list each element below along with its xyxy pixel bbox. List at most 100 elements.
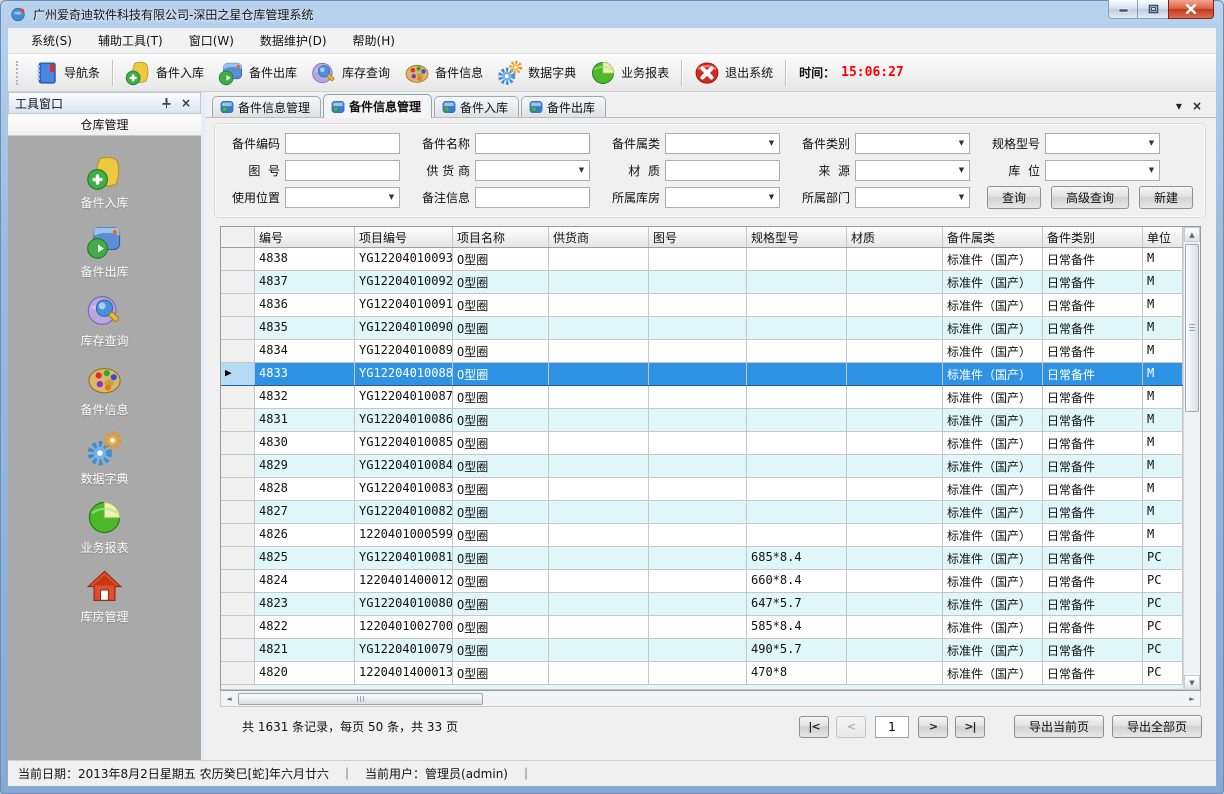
- first-page-button[interactable]: |<: [799, 716, 829, 738]
- dropdown-select[interactable]: ▼: [1045, 160, 1160, 181]
- row-selector-cell[interactable]: [221, 662, 255, 684]
- table-row[interactable]: 4829YG12204010084O型圈标准件（国产）日常备件M: [221, 455, 1183, 478]
- sidebar-item-stock-query[interactable]: 库存查询: [8, 286, 201, 355]
- row-selector-cell[interactable]: [221, 547, 255, 569]
- query-button[interactable]: 查询: [987, 186, 1041, 209]
- sidebar-item-parts-inbound[interactable]: 备件入库: [8, 148, 201, 217]
- row-selector-cell[interactable]: ▶: [221, 363, 255, 385]
- menu-item-1[interactable]: 辅助工具(T): [89, 29, 172, 52]
- row-selector-cell[interactable]: [221, 501, 255, 523]
- vertical-scroll-track[interactable]: [1184, 242, 1200, 675]
- menu-item-4[interactable]: 帮助(H): [344, 29, 404, 52]
- row-selector-cell[interactable]: [221, 570, 255, 592]
- dropdown-select[interactable]: ▼: [855, 187, 970, 208]
- pin-icon[interactable]: [158, 95, 174, 111]
- title-bar[interactable]: 广州爱奇迪软件科技有限公司-深田之星仓库管理系统: [0, 0, 1224, 28]
- column-header-5[interactable]: 规格型号: [747, 227, 847, 247]
- sidebar-group-header[interactable]: 仓库管理: [8, 114, 201, 136]
- table-row[interactable]: 4831YG12204010086O型圈标准件（国产）日常备件M: [221, 409, 1183, 432]
- table-row[interactable]: 4827YG12204010082O型圈标准件（国产）日常备件M: [221, 501, 1183, 524]
- table-row[interactable]: 4825YG12204010081O型圈685*8.4标准件（国产）日常备件PC: [221, 547, 1183, 570]
- dropdown-select[interactable]: ▼: [285, 187, 400, 208]
- toolbar-button-parts-outbound[interactable]: 备件出库: [211, 56, 304, 90]
- text-input[interactable]: [665, 160, 780, 181]
- column-header-6[interactable]: 材质: [847, 227, 943, 247]
- dropdown-select[interactable]: ▼: [665, 187, 780, 208]
- text-input[interactable]: [475, 133, 590, 154]
- tab-2[interactable]: 备件入库: [434, 96, 519, 117]
- page-number-input[interactable]: [875, 716, 909, 738]
- row-selector-cell[interactable]: [221, 317, 255, 339]
- table-row[interactable]: 48201220401400013O型圈470*8标准件（国产）日常备件PC: [221, 662, 1183, 685]
- next-page-button[interactable]: >: [918, 716, 948, 738]
- row-selector-cell[interactable]: [221, 294, 255, 316]
- menu-item-3[interactable]: 数据维护(D): [251, 29, 336, 52]
- text-input[interactable]: [285, 160, 400, 181]
- new-button[interactable]: 新建: [1139, 186, 1193, 209]
- table-row[interactable]: 4835YG12204010090O型圈标准件（国产）日常备件M: [221, 317, 1183, 340]
- sidebar-item-warehouse-manage[interactable]: 库房管理: [8, 562, 201, 631]
- toolbar-button-business-report[interactable]: 业务报表: [583, 56, 676, 90]
- scroll-up-icon[interactable]: ▲: [1184, 227, 1200, 242]
- toolbar-button-parts-info[interactable]: 备件信息: [397, 56, 490, 90]
- vertical-scrollbar[interactable]: ▲ ▼: [1183, 227, 1200, 690]
- toolbar-button-navbar[interactable]: 导航条: [26, 56, 107, 90]
- tab-close-icon[interactable]: ×: [1192, 99, 1202, 113]
- vertical-scroll-thumb[interactable]: [1185, 244, 1199, 412]
- table-row[interactable]: 4836YG12204010091O型圈标准件（国产）日常备件M: [221, 294, 1183, 317]
- text-input[interactable]: [285, 133, 400, 154]
- maximize-button[interactable]: [1138, 0, 1168, 19]
- toolbar-button-parts-inbound[interactable]: 备件入库: [118, 56, 211, 90]
- scroll-down-icon[interactable]: ▼: [1184, 675, 1200, 690]
- dropdown-select[interactable]: ▼: [665, 133, 780, 154]
- row-selector-cell[interactable]: [221, 616, 255, 638]
- dropdown-select[interactable]: ▼: [855, 160, 970, 181]
- row-selector-cell[interactable]: [221, 478, 255, 500]
- menu-item-2[interactable]: 窗口(W): [180, 29, 243, 52]
- horizontal-scrollbar[interactable]: ◄ ►: [220, 691, 1201, 707]
- column-header-7[interactable]: 备件属类: [943, 227, 1043, 247]
- row-selector-cell[interactable]: [221, 524, 255, 546]
- table-row[interactable]: 4821YG12204010079O型圈490*5.7标准件（国产）日常备件PC: [221, 639, 1183, 662]
- column-header-8[interactable]: 备件类别: [1043, 227, 1143, 247]
- toolbar-button-data-dictionary[interactable]: 数据字典: [490, 56, 583, 90]
- sidebar-item-parts-outbound[interactable]: 备件出库: [8, 217, 201, 286]
- scroll-left-icon[interactable]: ◄: [221, 691, 237, 706]
- menu-item-0[interactable]: 系统(S): [22, 29, 81, 52]
- dropdown-select[interactable]: ▼: [1045, 133, 1160, 154]
- column-header-4[interactable]: 图号: [649, 227, 747, 247]
- sidebar-close-icon[interactable]: ×: [178, 95, 194, 111]
- table-row[interactable]: 4837YG12204010092O型圈标准件（国产）日常备件M: [221, 271, 1183, 294]
- export-all-pages-button[interactable]: 导出全部页: [1112, 715, 1202, 738]
- toolbar-grip[interactable]: [16, 61, 20, 85]
- table-row[interactable]: 4828YG12204010083O型圈标准件（国产）日常备件M: [221, 478, 1183, 501]
- row-selector-cell[interactable]: [221, 248, 255, 270]
- toolbar-button-exit-system[interactable]: 退出系统: [687, 56, 780, 90]
- table-row[interactable]: ▶4833YG12204010088O型圈标准件（国产）日常备件M: [221, 363, 1183, 386]
- tab-1-active[interactable]: 备件信息管理: [323, 94, 432, 118]
- tab-0[interactable]: 备件信息管理: [212, 96, 321, 117]
- sidebar-item-business-report[interactable]: 业务报表: [8, 493, 201, 562]
- row-selector-cell[interactable]: [221, 593, 255, 615]
- row-selector-cell[interactable]: [221, 409, 255, 431]
- horizontal-scroll-thumb[interactable]: [238, 693, 483, 705]
- tab-3[interactable]: 备件出库: [521, 96, 606, 117]
- table-row[interactable]: 4830YG12204010085O型圈标准件（国产）日常备件M: [221, 432, 1183, 455]
- row-selector-cell[interactable]: [221, 455, 255, 477]
- dropdown-select[interactable]: ▼: [855, 133, 970, 154]
- sidebar-item-data-dictionary[interactable]: 数据字典: [8, 424, 201, 493]
- text-input[interactable]: [475, 187, 590, 208]
- row-selector-cell[interactable]: [221, 386, 255, 408]
- dropdown-select[interactable]: ▼: [475, 160, 590, 181]
- minimize-button[interactable]: [1108, 0, 1138, 19]
- advanced-query-button[interactable]: 高级查询: [1051, 186, 1129, 209]
- table-row[interactable]: 4823YG12204010080O型圈647*5.7标准件（国产）日常备件PC: [221, 593, 1183, 616]
- export-current-page-button[interactable]: 导出当前页: [1014, 715, 1104, 738]
- column-header-0[interactable]: 编号: [255, 227, 355, 247]
- table-row[interactable]: 48221220401002700O型圈585*8.4标准件（国产）日常备件PC: [221, 616, 1183, 639]
- row-selector-cell[interactable]: [221, 340, 255, 362]
- column-header-3[interactable]: 供货商: [549, 227, 649, 247]
- table-row[interactable]: 48261220401000599O型圈标准件（国产）日常备件M: [221, 524, 1183, 547]
- row-selector-cell[interactable]: [221, 432, 255, 454]
- last-page-button[interactable]: >|: [955, 716, 985, 738]
